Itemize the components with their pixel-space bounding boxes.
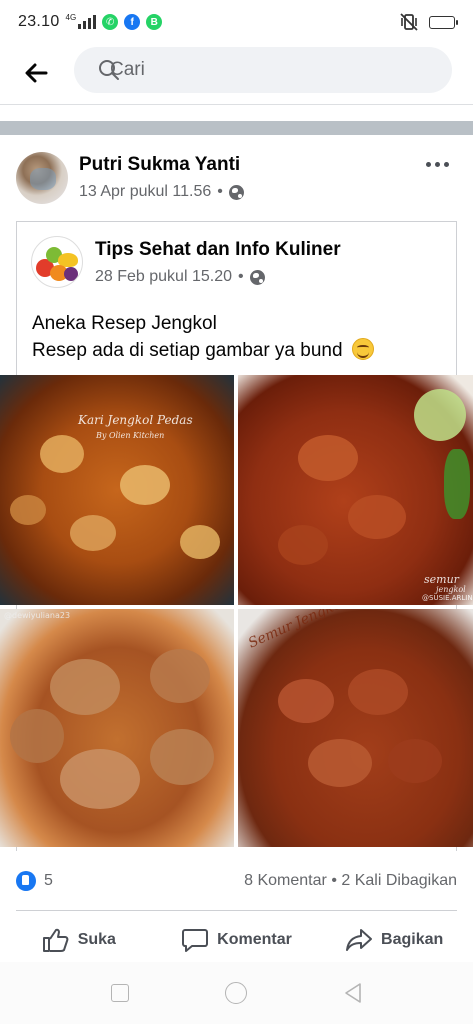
- author-name[interactable]: Putri Sukma Yanti: [79, 154, 240, 176]
- photo-semur-jengkol[interactable]: semur jengkol @SUSIE.ARLINE: [238, 375, 473, 605]
- status-bar: 23.10 4G ✆ f B: [0, 0, 473, 44]
- facebook-icon: f: [124, 14, 141, 30]
- home-button[interactable]: [224, 982, 247, 1004]
- search-input[interactable]: Cari: [74, 47, 452, 93]
- recent-apps-button[interactable]: [110, 984, 129, 1002]
- like-reaction-icon[interactable]: [16, 871, 36, 891]
- vibrate-mute-icon: [400, 13, 418, 31]
- photo-caption: Semur Jengkol: [246, 609, 349, 652]
- back-button[interactable]: [0, 44, 72, 102]
- page-avatar[interactable]: [31, 236, 83, 288]
- shared-meta: 28 Feb pukul 15.20 •: [95, 268, 265, 286]
- battery-icon: [429, 15, 458, 29]
- thumbs-up-icon: [42, 928, 69, 952]
- photo-kari-jengkol[interactable]: Kari Jengkol Pedas By Olien Kitchen: [0, 375, 234, 605]
- comment-button[interactable]: Komentar: [158, 918, 316, 962]
- post-stats: 5 8 Komentar • 2 Kali Dibagikan: [16, 866, 457, 896]
- search-placeholder: Cari: [110, 59, 145, 80]
- arrow-left-icon: [25, 63, 48, 83]
- divider: [16, 910, 457, 911]
- network-type: 4G: [65, 13, 77, 22]
- author-avatar[interactable]: [16, 152, 68, 204]
- smiling-face-emoji-icon: [351, 338, 374, 360]
- post-text-line: Resep ada di setiap gambar ya bund: [32, 340, 343, 361]
- dot-icon: [444, 161, 449, 167]
- more-options-button[interactable]: [426, 152, 449, 176]
- photo-caption: @SUSIE.ARLINE: [422, 594, 473, 602]
- top-bar: Cari: [0, 44, 473, 102]
- shares-count[interactable]: 2 Kali Dibagikan: [341, 872, 457, 889]
- share-button[interactable]: Bagikan: [315, 918, 473, 962]
- meta-separator: •: [217, 183, 223, 200]
- photo-semur-jengkol-2[interactable]: Semur Jengkol: [238, 609, 473, 847]
- post-header: Putri Sukma Yanti 13 Apr pukul 11.56 •: [16, 150, 457, 208]
- whatsapp-business-icon: B: [146, 14, 163, 30]
- page-name[interactable]: Tips Sehat dan Info Kuliner: [95, 239, 341, 261]
- whatsapp-icon: ✆: [102, 14, 119, 30]
- comment-label: Komentar: [217, 931, 292, 948]
- divider: [0, 104, 473, 105]
- comment-icon: [182, 929, 209, 952]
- photo-jengkol-bumbu[interactable]: @dewiyuliana23: [0, 609, 234, 847]
- photo-caption: jengkol: [436, 585, 466, 594]
- stats-separator: •: [331, 872, 337, 889]
- meta-separator: •: [238, 268, 244, 285]
- photo-caption: @dewiyuliana23: [4, 611, 71, 620]
- back-nav-button[interactable]: [343, 982, 363, 1004]
- dot-icon: [426, 161, 431, 167]
- post-meta: 13 Apr pukul 11.56 •: [79, 183, 244, 201]
- globe-icon: [228, 184, 244, 200]
- photo-grid: Kari Jengkol Pedas By Olien Kitchen semu…: [0, 375, 473, 847]
- photo-caption: Kari Jengkol Pedas: [78, 413, 193, 427]
- post-actions: Suka Komentar Bagikan: [0, 918, 473, 962]
- globe-icon: [249, 269, 265, 285]
- post-text: Aneka Resep Jengkol Resep ada di setiap …: [32, 310, 374, 364]
- system-nav-bar: [0, 962, 473, 1024]
- comments-count[interactable]: 8 Komentar: [244, 872, 327, 889]
- photo-caption: By Olien Kitchen: [96, 431, 165, 440]
- like-count[interactable]: 5: [44, 872, 53, 890]
- signal-icon: [78, 15, 97, 29]
- like-button[interactable]: Suka: [0, 918, 158, 962]
- dot-icon: [435, 161, 440, 167]
- post-timestamp[interactable]: 13 Apr pukul 11.56: [79, 183, 211, 201]
- status-time: 23.10: [18, 13, 60, 30]
- post-text-line: Aneka Resep Jengkol: [32, 313, 217, 334]
- shared-timestamp[interactable]: 28 Feb pukul 15.20: [95, 268, 232, 286]
- share-icon: [346, 929, 373, 951]
- like-label: Suka: [77, 931, 116, 948]
- feed-separator: [0, 121, 473, 135]
- share-label: Bagikan: [381, 931, 444, 948]
